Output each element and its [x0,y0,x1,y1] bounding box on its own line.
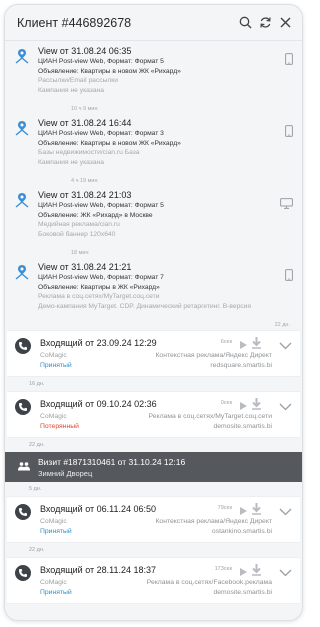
view-line-2: Объявление: Квартиры в ЖК «Рихард» [38,283,160,291]
call-channel: Контекстная реклама/Яндекс Директ [155,518,272,525]
pin-icon [15,120,29,141]
phone-icon [15,399,31,415]
call-site: redsquare.smartis.bi [210,362,272,369]
call-duration: 0сек [220,400,232,406]
client-panel: Клиент #446892678 View от 31.08.24 06:35… [4,4,303,621]
view-title: View от 31.08.24 21:03 [38,190,132,200]
time-gap: 10 ч 9 мин [71,106,98,112]
view-line-2: Объявление: Квартиры в новом ЖК «Рихард» [38,139,181,147]
visit-place: Зимний Дворец [38,469,93,478]
view-line-1: ЦИАН Post-view Web, Формат: Формат 3 [38,130,164,137]
mobile-icon [285,124,293,142]
pin-icon [15,192,29,213]
search-icon[interactable] [238,16,252,30]
view-gray-2: Боковой баннер 120х640 [38,230,116,238]
view-title: View от 31.08.24 16:44 [38,118,132,128]
call-row[interactable]: Входящий от 09.10.24 02:36 0сек CoMagic … [7,391,300,438]
time-gap: 18 мин [71,250,89,256]
call-site: ostankino.smartis.bi [211,528,272,535]
view-event-row[interactable]: View от 31.08.24 16:44 ЦИАН Post-view We… [5,114,302,186]
visit-row[interactable]: Визит #1871310461 от 31.10.24 12:16 Зимн… [5,452,302,482]
call-title: Входящий от 28.11.24 18:37 [40,565,157,575]
call-duration: 173сек [214,566,232,572]
timeline-feed[interactable]: View от 31.08.24 06:35 ЦИАН Post-view We… [5,42,302,620]
phone-icon [15,565,31,581]
view-line-2: Объявление: ЖК «Рихард» в Москве [38,211,153,219]
phone-icon [15,338,31,354]
call-site: demosite.smartis.bi [213,423,272,430]
view-line-2: Объявление: Квартиры в новом ЖК «Рихард» [38,67,181,75]
phone-icon [15,504,31,520]
pin-icon [15,264,29,285]
view-line-1: ЦИАН Post-view Web, Формат: Формат 7 [38,274,164,281]
call-status: Принятый [40,362,72,369]
desktop-icon [280,196,293,214]
view-line-1: ЦИАН Post-view Web, Формат: Формат 5 [38,202,164,209]
call-title: Входящий от 23.09.24 12:29 [40,338,157,348]
chevron-down-icon[interactable] [279,398,292,416]
time-gap: 5 дн. [29,486,42,492]
view-gray-1: Базы недвижимости/cian.ru База [38,149,140,156]
call-title: Входящий от 06.11.24 06:50 [40,504,157,514]
view-gray-1: Рассылки/Email рассылки [38,77,118,84]
view-title: View от 31.08.24 21:21 [38,262,132,272]
time-gap: 22 дн. [29,442,45,448]
view-gray-2: Демо-кампания MyTarget. CDP. Динамически… [38,302,251,310]
call-status: Потерянный [40,423,79,430]
view-event-row[interactable]: View от 31.08.24 06:35 ЦИАН Post-view We… [5,42,302,114]
mobile-icon [285,52,293,70]
call-source: CoMagic [40,352,67,359]
call-row[interactable]: Входящий от 23.09.24 12:29 6сек CoMagic … [7,330,300,377]
call-source: CoMagic [40,518,67,525]
panel-header: Клиент #446892678 [5,5,302,41]
view-gray-2: Кампания не указана [38,158,104,166]
call-site: demosite.smartis.bi [213,589,272,596]
view-gray-2: Кампания не указана [38,86,104,94]
time-gap: 22 дн. [29,547,45,553]
time-gap: 4 ч 19 мин [71,178,98,184]
call-source: CoMagic [40,579,67,586]
people-icon [18,458,30,476]
pin-icon [15,48,29,69]
view-gray-1: Реклама в соц.сетях/MyTarget.соц.сети [38,293,160,300]
chevron-down-icon[interactable] [279,564,292,582]
refresh-icon[interactable] [258,16,272,30]
call-status: Принятый [40,528,72,535]
call-channel: Реклама в соц.сетях/MyTarget.соц.сети [148,413,272,420]
call-channel: Контекстная реклама/Яндекс Директ [155,352,272,359]
time-gap: 22 дн. [274,322,290,328]
view-title: View от 31.08.24 06:35 [38,46,132,56]
view-gray-1: Медийная реклама/cian.ru [38,221,120,228]
call-row[interactable]: Входящий от 06.11.24 06:50 79сек CoMagic… [7,496,300,543]
view-line-1: ЦИАН Post-view Web, Формат: Формат 5 [38,58,164,65]
call-status: Принятый [40,589,72,596]
call-title: Входящий от 09.10.24 02:36 [40,399,157,409]
mobile-icon [285,268,293,286]
close-icon[interactable] [278,16,292,30]
visit-title: Визит #1871310461 от 31.10.24 12:16 [38,457,186,467]
call-duration: 79сек [217,505,232,511]
chevron-down-icon[interactable] [279,503,292,521]
call-channel: Реклама в соц.сетях/Facebook.реклама [146,579,272,586]
chevron-down-icon[interactable] [279,337,292,355]
call-duration: 6сек [220,339,232,345]
call-source: CoMagic [40,413,67,420]
time-gap: 16 дн. [29,381,45,387]
call-row[interactable]: Входящий от 28.11.24 18:37 173сек CoMagi… [7,557,300,604]
panel-title: Клиент #446892678 [17,15,132,30]
view-event-row[interactable]: View от 31.08.24 21:03 ЦИАН Post-view We… [5,186,302,258]
view-event-row[interactable]: View от 31.08.24 21:21 ЦИАН Post-view We… [5,258,302,330]
